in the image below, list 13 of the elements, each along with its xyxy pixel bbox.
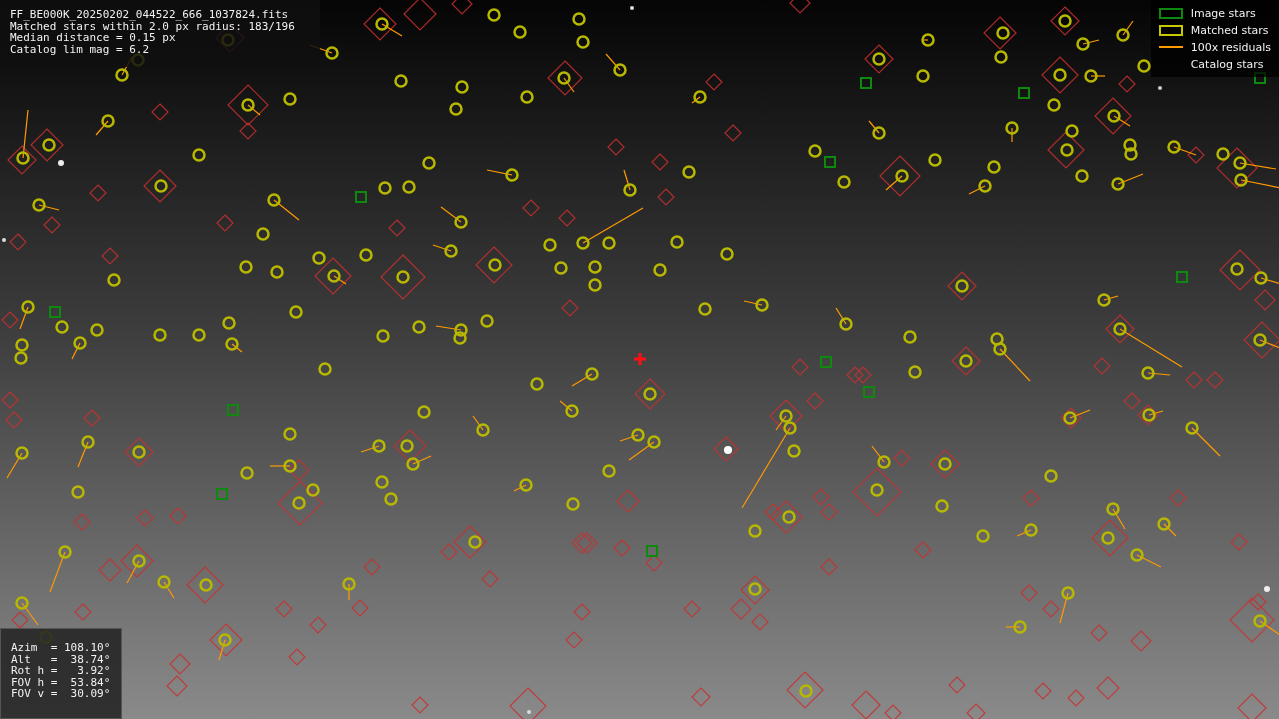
legend-label: Matched stars xyxy=(1190,23,1269,37)
pointing-text: Azim = 108.10° xyxy=(11,642,112,654)
pointing-text: Alt = 38.74° xyxy=(11,653,112,665)
pointing-text: FOV h = 53.84° xyxy=(11,676,112,688)
legend-label: Catalog stars xyxy=(1190,57,1264,71)
info-text: FF_BE000K_20250202_044522_666_1037824.fits xyxy=(10,9,290,21)
info-text: Median distance = 0.15 px xyxy=(10,32,176,44)
pointing-text: FOV v = 30.09° xyxy=(11,688,112,700)
info-text: Matched stars within 2.0 px radius: 183/196 xyxy=(10,20,296,32)
info-text: Catalog lim mag = 6.2 xyxy=(10,43,151,55)
legend-label: 100x residuals xyxy=(1190,40,1271,54)
pointing-text: Rot h = 3.92° xyxy=(11,665,112,677)
legend-label: Image stars xyxy=(1190,6,1256,20)
